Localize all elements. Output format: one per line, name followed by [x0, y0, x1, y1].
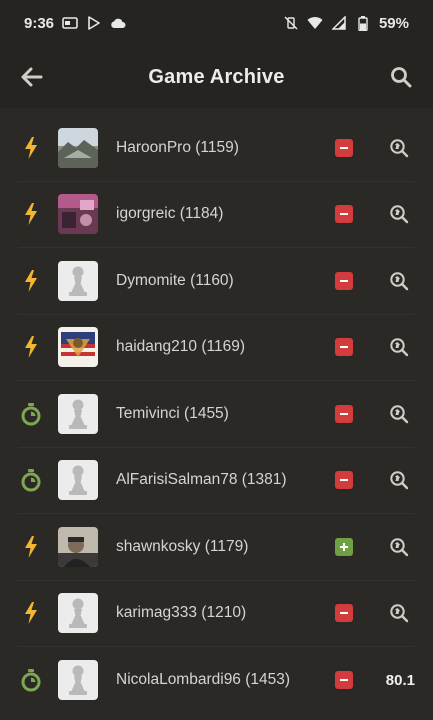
opponent-name: Temivinci (1455) — [116, 404, 229, 422]
avatar — [58, 127, 98, 168]
loss-badge-icon — [335, 404, 353, 423]
status-time: 9:36 — [24, 14, 55, 32]
game-row[interactable]: igorgreic (1184) — [18, 182, 415, 248]
game-row[interactable]: haidang210 (1169) — [18, 315, 415, 381]
wifi-icon — [307, 15, 323, 31]
accuracy-score: 80.1 — [385, 671, 415, 689]
status-right: 59% — [283, 15, 409, 32]
search-button[interactable] — [387, 63, 415, 91]
lightning-bolt-icon — [18, 268, 44, 294]
lightning-bolt-icon — [18, 135, 44, 161]
loss-badge-icon — [335, 671, 353, 690]
back-button[interactable] — [18, 63, 46, 91]
game-row[interactable]: Temivinci (1455) — [18, 381, 415, 448]
opponent-name: NicolaLombardi96 (1453) — [116, 671, 291, 689]
vibrate-off-icon — [283, 15, 299, 31]
loss-badge-icon — [335, 271, 353, 290]
game-row[interactable]: HaroonPro (1159) — [18, 115, 415, 182]
search-icon — [391, 67, 412, 88]
play-store-icon — [86, 15, 102, 31]
loss-badge-icon — [335, 604, 353, 623]
opponent-name: igorgreic (1184) — [116, 205, 224, 223]
pawn-avatar — [58, 393, 98, 434]
game-row[interactable]: shawnkosky (1179) — [18, 514, 415, 581]
analyze-game-icon[interactable] — [385, 400, 413, 428]
analyze-game-icon[interactable] — [385, 466, 413, 494]
lightning-bolt-icon — [18, 534, 44, 560]
pawn-avatar — [58, 260, 98, 301]
battery-percent: 59% — [378, 14, 409, 32]
cloud-icon — [110, 15, 126, 31]
analyze-game-icon[interactable] — [385, 599, 413, 627]
signal-icon — [331, 15, 347, 31]
notification-card-icon — [62, 15, 78, 31]
analyze-game-icon[interactable] — [385, 200, 413, 228]
stopwatch-icon — [18, 467, 44, 493]
game-row[interactable]: AlFarisiSalman78 (1381) — [18, 448, 415, 514]
game-row[interactable]: karimag333 (1210) — [18, 581, 415, 647]
analyze-game-icon[interactable] — [385, 533, 413, 561]
pawn-avatar — [58, 660, 98, 701]
lightning-bolt-icon — [18, 334, 44, 360]
loss-badge-icon — [335, 471, 353, 490]
arrow-left-icon — [21, 67, 43, 87]
app-bar: Game Archive — [0, 46, 433, 108]
game-list: HaroonPro (1159) igorgreic (1184) Dymomite… — [0, 115, 433, 714]
pawn-avatar — [58, 460, 98, 501]
loss-badge-icon — [335, 138, 353, 157]
pawn-avatar — [58, 593, 98, 634]
opponent-name: AlFarisiSalman78 (1381) — [116, 471, 287, 489]
analyze-game-icon[interactable] — [385, 333, 413, 361]
opponent-name: Dymomite (1160) — [116, 271, 234, 289]
opponent-name: HaroonPro (1159) — [116, 138, 239, 156]
lightning-bolt-icon — [18, 600, 44, 626]
game-row[interactable]: Dymomite (1160) — [18, 248, 415, 315]
analyze-game-icon[interactable] — [385, 267, 413, 295]
status-left: 9:36 — [24, 15, 126, 32]
page-title: Game Archive — [148, 65, 285, 88]
avatar — [58, 327, 98, 368]
battery-icon — [355, 15, 371, 31]
analyze-game-icon[interactable] — [385, 134, 413, 162]
avatar — [58, 526, 98, 567]
stopwatch-icon — [18, 401, 44, 427]
lightning-bolt-icon — [18, 201, 44, 227]
loss-badge-icon — [335, 338, 353, 357]
win-badge-icon — [335, 537, 353, 556]
loss-badge-icon — [335, 205, 353, 224]
opponent-name: shawnkosky (1179) — [116, 537, 249, 555]
game-row[interactable]: NicolaLombardi96 (1453) 80.1 — [18, 647, 415, 714]
avatar — [58, 194, 98, 235]
status-bar: 9:36 59% — [0, 0, 433, 46]
opponent-name: karimag333 (1210) — [116, 604, 247, 622]
stopwatch-icon — [18, 667, 44, 693]
opponent-name: haidang210 (1169) — [116, 338, 245, 356]
